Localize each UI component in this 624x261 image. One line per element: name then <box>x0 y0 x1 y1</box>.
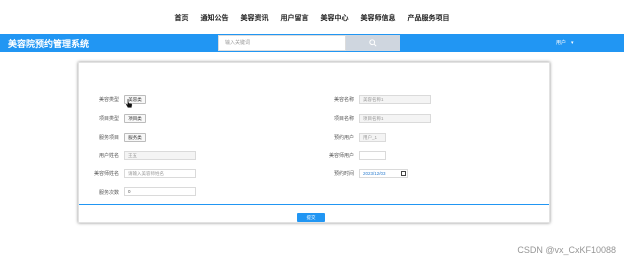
nav-notices[interactable]: 通知公告 <box>201 11 229 23</box>
submit-button[interactable]: 提交 <box>297 213 325 222</box>
label-beauty-type: 美容类型 <box>98 97 119 103</box>
header-bar: 美容院预约管理系统 用户 ▾ <box>0 34 624 52</box>
label-service-count: 服务次数 <box>98 190 119 196</box>
nav-home[interactable]: 首页 <box>175 11 189 23</box>
user-menu-label: 用户 <box>556 40 567 46</box>
user-menu[interactable]: 用户 ▾ <box>556 39 574 47</box>
mouse-pointer-icon <box>125 98 133 109</box>
beautician-name-input[interactable]: 请输入美容师姓名 <box>124 169 196 178</box>
search-button[interactable] <box>346 35 400 51</box>
reserve-time-input[interactable]: 2023/12/03 <box>359 169 408 178</box>
top-navigation: 首页 通知公告 美容资讯 用户留言 美容中心 美容师信息 产品服务项目 <box>0 0 624 34</box>
nav-beauty-news[interactable]: 美容资讯 <box>241 11 269 23</box>
nav-product-services[interactable]: 产品服务项目 <box>408 11 450 23</box>
nav-beauty-center[interactable]: 美容中心 <box>321 11 349 23</box>
project-type-button[interactable]: 项目类 <box>124 114 146 123</box>
user-name-field: 王五 <box>124 151 196 160</box>
reserve-time-value: 2023/12/03 <box>363 171 386 176</box>
label-service-project: 服务项目 <box>98 135 119 141</box>
project-name-field: 项目名称1 <box>359 114 431 123</box>
label-beautician-name: 美容师姓名 <box>93 171 119 177</box>
search-input[interactable] <box>218 35 346 51</box>
label-member-user: 预约用户 <box>333 135 354 141</box>
chevron-down-icon: ▾ <box>571 39 574 46</box>
service-project-button[interactable]: 服务类 <box>124 133 146 142</box>
calendar-icon[interactable] <box>401 171 406 176</box>
nav-beautician-info[interactable]: 美容师信息 <box>361 11 396 23</box>
watermark: CSDN @vx_CxKF10088 <box>517 245 616 255</box>
search-icon <box>369 39 377 47</box>
beauty-name-field: 美容名称1 <box>359 95 431 104</box>
nav-user-messages[interactable]: 用户留言 <box>281 11 309 23</box>
label-project-type: 项目类型 <box>98 116 119 122</box>
site-title: 美容院预约管理系统 <box>8 39 90 49</box>
appointment-form-panel: 美容类型 美容类 项目类型 项目类 服务项目 服务类 用户姓名 王五 美容师姓名… <box>78 62 550 223</box>
label-reserve-time: 预约时间 <box>333 171 354 177</box>
service-count-input[interactable]: 0 <box>124 187 196 196</box>
label-user-name: 用户姓名 <box>98 153 119 159</box>
member-user-field: 用户_1 <box>359 133 386 142</box>
label-project-name: 项目名称 <box>333 116 354 122</box>
divider <box>79 204 549 205</box>
label-beauty-name: 美容名称 <box>333 97 354 103</box>
beauty-user-input[interactable] <box>359 151 386 160</box>
label-beauty-user: 美容师用户 <box>328 153 354 159</box>
